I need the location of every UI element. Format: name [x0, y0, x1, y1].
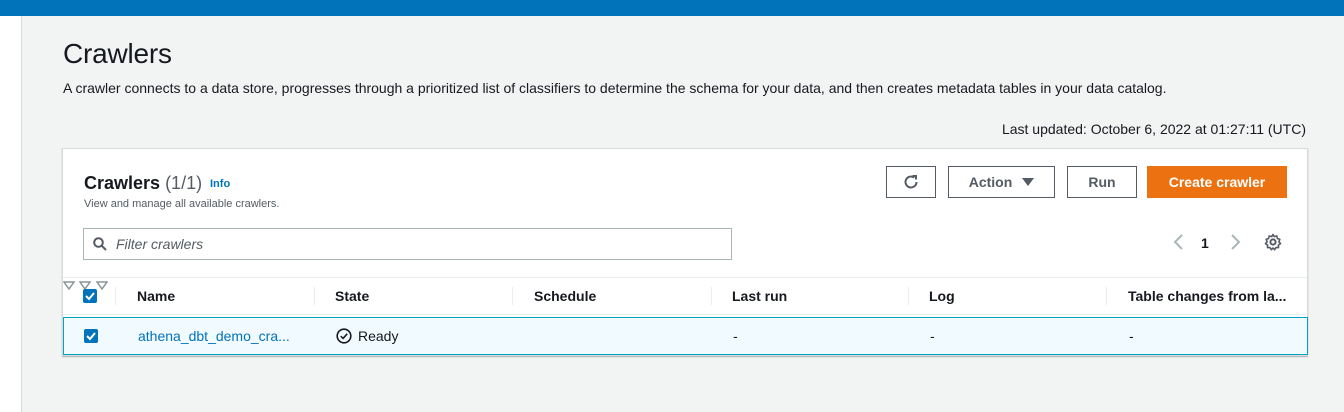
- column-header-last-run[interactable]: Last run: [732, 278, 787, 314]
- table-row[interactable]: athena_dbt_demo_cra... Ready - - -: [63, 317, 1308, 355]
- gear-icon[interactable]: [1264, 233, 1282, 251]
- status-ready-icon: [336, 328, 352, 344]
- column-separator: [1106, 287, 1107, 305]
- caret-down-icon: [1022, 178, 1035, 186]
- info-link[interactable]: Info: [210, 178, 230, 190]
- refresh-icon: [904, 175, 918, 189]
- top-nav-bar: [0, 0, 1344, 16]
- column-separator: [512, 287, 513, 305]
- table-changes-cell: -: [1129, 328, 1134, 344]
- last-updated-text: Last updated: October 6, 2022 at 01:27:1…: [1001, 121, 1306, 137]
- create-crawler-label: Create crawler: [1168, 174, 1266, 190]
- search-icon: [93, 237, 107, 251]
- chevron-right-icon[interactable]: [1228, 234, 1242, 250]
- crawler-state: Ready: [336, 318, 398, 354]
- state-label: Ready: [358, 328, 399, 344]
- column-header-label: Schedule: [534, 288, 597, 304]
- column-separator: [115, 287, 116, 305]
- column-separator: [314, 287, 315, 305]
- filter-crawlers-input[interactable]: [116, 232, 716, 256]
- column-header-label: Last run: [732, 288, 788, 304]
- action-dropdown-button[interactable]: Action: [948, 166, 1055, 198]
- filter-box: [83, 228, 732, 260]
- side-nav-rail[interactable]: [0, 16, 22, 412]
- refresh-button[interactable]: [886, 166, 936, 198]
- column-header-state[interactable]: State: [335, 278, 369, 314]
- column-header-log[interactable]: Log: [929, 278, 955, 314]
- log-cell: -: [930, 328, 935, 344]
- page-description: A crawler connects to a data store, prog…: [63, 80, 1167, 96]
- column-header-label: Name: [137, 288, 176, 304]
- column-separator: [908, 287, 909, 305]
- column-header-label: State: [335, 288, 370, 304]
- table-header: Name State Schedule Last run Log Table c…: [62, 277, 1307, 315]
- crawlers-panel: Crawlers (1/1) Info View and manage all …: [62, 148, 1308, 356]
- column-header-label: Log: [929, 288, 955, 304]
- panel-count: (1/1): [165, 173, 203, 193]
- sort-down-icon[interactable]: [62, 281, 76, 291]
- chevron-left-icon[interactable]: [1172, 234, 1186, 250]
- checkmark-icon: [86, 332, 96, 341]
- page-number[interactable]: 1: [1201, 235, 1209, 251]
- column-header-label: Table changes from la...: [1128, 288, 1287, 304]
- checkmark-icon: [85, 292, 95, 301]
- column-header-table-changes[interactable]: Table changes from la...: [1128, 278, 1286, 314]
- run-button[interactable]: Run: [1067, 166, 1137, 198]
- panel-subtitle: View and manage all available crawlers.: [84, 198, 280, 210]
- row-checkbox[interactable]: [84, 329, 98, 343]
- column-header-name[interactable]: Name: [137, 278, 175, 314]
- column-header-schedule[interactable]: Schedule: [534, 278, 596, 314]
- action-label: Action: [968, 174, 1013, 190]
- crawler-name-link[interactable]: athena_dbt_demo_cra...: [138, 318, 290, 354]
- last-run-cell: -: [733, 328, 738, 344]
- create-crawler-button[interactable]: Create crawler: [1147, 166, 1287, 198]
- panel-title-text: Crawlers: [84, 173, 161, 193]
- column-separator: [711, 287, 712, 305]
- select-all-checkbox[interactable]: [83, 289, 97, 303]
- panel-title: Crawlers (1/1): [84, 173, 202, 194]
- sort-down-icon[interactable]: [95, 281, 109, 291]
- page-title: Crawlers: [63, 38, 172, 69]
- run-label: Run: [1088, 174, 1116, 190]
